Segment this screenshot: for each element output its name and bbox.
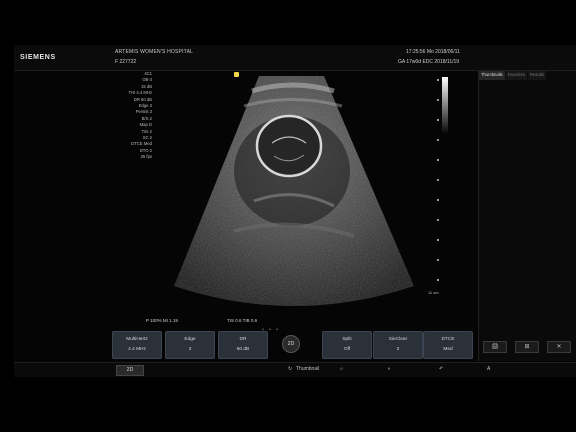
param-item: 25 fps bbox=[140, 154, 152, 160]
date-time: 17:25:56 Mo 2018/06/11 bbox=[406, 49, 460, 55]
tis-tib: TIS 0.6 TIB 0.6 bbox=[227, 318, 258, 323]
parameter-list: 4C1 OB-3 15 dB THI 4.4 MHz DR 60 dB Edge… bbox=[110, 71, 153, 161]
text-icon[interactable]: A bbox=[487, 366, 490, 372]
patient-id: F 227722 bbox=[115, 59, 137, 65]
control-title: SieClear bbox=[388, 337, 408, 342]
print-icon[interactable]: 🖨 bbox=[483, 341, 507, 353]
ultrasound-screen: SIEMENS ARTEMIS WOMEN'S HOSPITAL F 22772… bbox=[14, 45, 576, 377]
split-button[interactable]: Split Off bbox=[322, 331, 372, 359]
depth-ticks bbox=[437, 79, 439, 299]
side-tabs: Thumbnails Favorites Results bbox=[479, 71, 576, 80]
side-buttons: 🖨 ⊞ ✕ bbox=[483, 341, 571, 353]
dr-button[interactable]: DR 60 dB bbox=[218, 331, 268, 359]
hospital-name: ARTEMIS WOMEN'S HOSPITAL bbox=[115, 49, 194, 55]
side-panel: Thumbnails Favorites Results 🖨 ⊞ ✕ bbox=[478, 71, 576, 361]
control-title: MultiHertz bbox=[126, 337, 148, 342]
multihertz-button[interactable]: MultiHertz 4.4 MHz bbox=[112, 331, 162, 359]
undo-icon[interactable]: ↶ bbox=[439, 366, 443, 372]
footer-bar: 2D ↻ Thumbnail ☼ ◑ ↶ A bbox=[14, 362, 576, 377]
power-mi: P 100% MI 1.19 bbox=[146, 318, 178, 323]
refresh-icon[interactable]: ↻ bbox=[288, 366, 292, 372]
control-value: 4.4 MHz bbox=[128, 347, 146, 352]
control-value: 3 bbox=[188, 347, 192, 352]
thumbnail-label[interactable]: Thumbnail bbox=[296, 366, 319, 372]
control-value: Off bbox=[343, 347, 351, 352]
ultrasound-image bbox=[174, 76, 414, 306]
control-value: Med bbox=[443, 347, 453, 352]
contrast-icon[interactable]: ◑ bbox=[387, 366, 390, 372]
control-value: 2 bbox=[396, 347, 400, 352]
brightness-icon[interactable]: ☼ bbox=[339, 366, 344, 372]
tab-favorites[interactable]: Favorites bbox=[505, 71, 527, 80]
grayscale-bar bbox=[442, 77, 448, 135]
control-title: DR bbox=[239, 337, 247, 342]
mode-2d-button[interactable]: 2D bbox=[116, 365, 144, 376]
grid-icon[interactable]: ⊞ bbox=[515, 341, 539, 353]
control-title: Split bbox=[342, 337, 352, 342]
brand-logo: SIEMENS bbox=[20, 54, 56, 61]
tab-results[interactable]: Results bbox=[527, 71, 546, 80]
control-bar: • • • MultiHertz 4.4 MHz Edge 3 DR 60 dB… bbox=[112, 327, 473, 360]
sieclear-button[interactable]: SieClear 2 bbox=[373, 331, 423, 359]
control-title: Edge bbox=[184, 337, 196, 342]
mode-dial[interactable]: 2D bbox=[282, 335, 300, 353]
control-value: 60 dB bbox=[236, 347, 250, 352]
control-title: DTCE bbox=[441, 337, 455, 342]
dtce-button[interactable]: DTCE Med bbox=[423, 331, 473, 359]
close-icon[interactable]: ✕ bbox=[547, 341, 571, 353]
depth-label: 11 cm bbox=[428, 290, 439, 295]
tab-thumbnails[interactable]: Thumbnails bbox=[479, 71, 505, 80]
edge-button[interactable]: Edge 3 bbox=[165, 331, 215, 359]
header-bar: SIEMENS ARTEMIS WOMEN'S HOSPITAL F 22772… bbox=[14, 45, 576, 71]
ga-edc: GA 17w0d EDC 2018/11/19 bbox=[398, 59, 460, 65]
